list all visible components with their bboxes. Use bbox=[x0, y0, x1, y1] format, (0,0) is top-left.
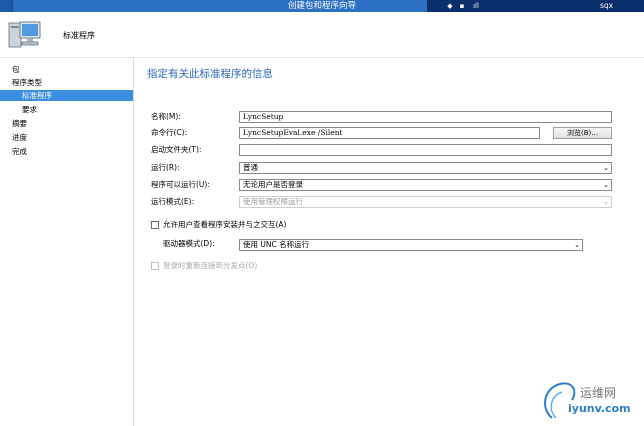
nav-item-standard-program[interactable]: 标准程序 bbox=[0, 90, 133, 101]
run-select-value: 普通 bbox=[243, 163, 258, 172]
page-title: 标准程序 bbox=[63, 31, 95, 40]
run-select[interactable]: 普通 ⌄ bbox=[239, 162, 612, 174]
command-line-label: 命令行(C): bbox=[151, 128, 188, 137]
name-field[interactable]: LyncSetup bbox=[239, 111, 612, 123]
reconnect-label: 登录时重新连接到分发点(O) bbox=[163, 261, 258, 270]
wizard-content: 指定有关此标准程序的信息 名称(M): LyncSetup 命令行(C): Ly… bbox=[134, 58, 644, 426]
section-title: 指定有关此标准程序的信息 bbox=[147, 68, 273, 80]
signal-icon: ıll bbox=[473, 2, 479, 10]
pin-icon[interactable]: ◆ bbox=[445, 1, 455, 11]
chevron-down-icon: ⌄ bbox=[603, 198, 609, 206]
run-mode-label: 运行模式(E): bbox=[151, 197, 195, 206]
chevron-down-icon: ⌄ bbox=[574, 241, 580, 249]
name-label: 名称(M): bbox=[151, 112, 181, 121]
chevron-down-icon: ⌄ bbox=[603, 181, 609, 189]
browse-button[interactable]: 浏览(B)... bbox=[553, 127, 612, 139]
session-user: sqx bbox=[600, 1, 614, 10]
startup-folder-label: 启动文件夹(T): bbox=[151, 145, 202, 154]
drive-mode-select-value: 使用 UNC 名称运行 bbox=[243, 240, 310, 249]
run-label: 运行(R): bbox=[151, 163, 180, 172]
reconnect-checkbox[interactable] bbox=[151, 262, 159, 270]
title-bar: 创建包和程序向导 ◆ ▪ ıll sqx bbox=[0, 0, 644, 12]
wizard-header: 标准程序 bbox=[0, 12, 644, 58]
drive-mode-label: 驱动器模式(D): bbox=[163, 239, 215, 248]
computer-icon bbox=[8, 21, 41, 48]
watermark-site-name: 运维网 bbox=[580, 386, 617, 400]
nav-item-progress[interactable]: 进度 bbox=[12, 132, 27, 143]
command-line-field[interactable]: LyncSetupEval.exe /Silent bbox=[239, 127, 540, 139]
nav-item-summary[interactable]: 摘要 bbox=[12, 118, 27, 129]
watermark-url: iyunv.com bbox=[568, 402, 631, 415]
lock-icon[interactable]: ▪ bbox=[457, 1, 467, 11]
nav-item-requirements[interactable]: 要求 bbox=[22, 104, 37, 115]
can-run-select[interactable]: 无论用户是否登录 ⌄ bbox=[239, 179, 612, 191]
run-mode-select-value: 使用管理权限运行 bbox=[243, 197, 303, 206]
nav-item-completion[interactable]: 完成 bbox=[12, 146, 27, 157]
startup-folder-field[interactable] bbox=[239, 144, 612, 156]
run-mode-select[interactable]: 使用管理权限运行 ⌄ bbox=[239, 196, 612, 208]
wizard-nav: 包 程序类型 标准程序 要求 摘要 进度 完成 bbox=[0, 58, 134, 426]
nav-item-program-type[interactable]: 程序类型 bbox=[12, 77, 42, 88]
nav-item-package[interactable]: 包 bbox=[12, 64, 20, 75]
allow-interact-label[interactable]: 允许用户查看程序安装并与之交互(A) bbox=[163, 220, 286, 230]
can-run-label: 程序可以运行(U): bbox=[151, 180, 210, 189]
allow-interact-checkbox[interactable] bbox=[151, 221, 159, 229]
chevron-down-icon: ⌄ bbox=[603, 164, 609, 172]
can-run-select-value: 无论用户是否登录 bbox=[243, 180, 303, 189]
drive-mode-select[interactable]: 使用 UNC 名称运行 ⌄ bbox=[239, 239, 583, 251]
